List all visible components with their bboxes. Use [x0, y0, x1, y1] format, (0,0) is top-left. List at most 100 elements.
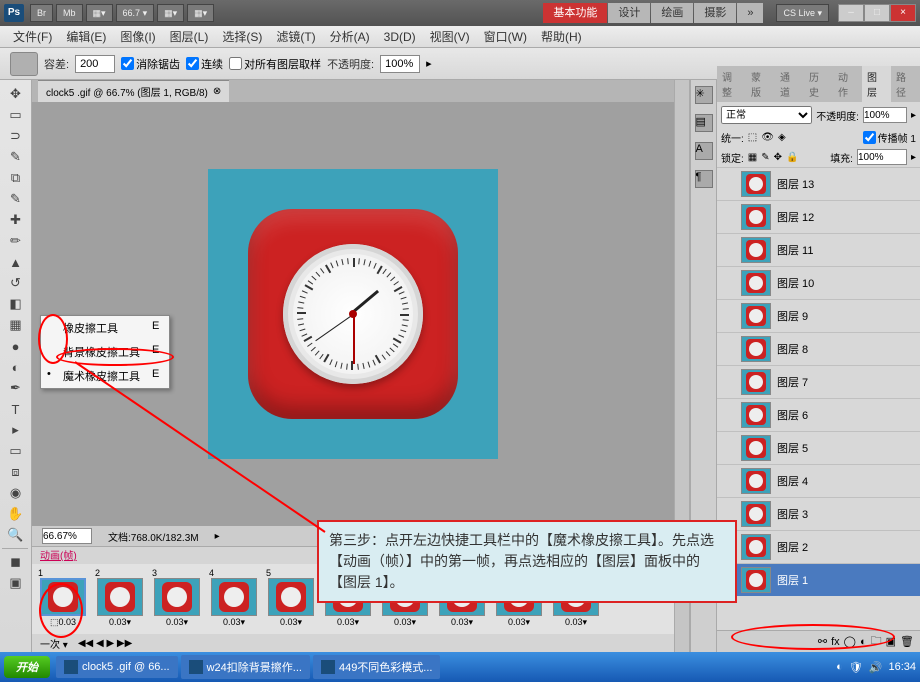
quick-select-tool[interactable]: ✎ [3, 147, 29, 167]
tab-paths[interactable]: 路径 [891, 66, 920, 102]
tab-history[interactable]: 历史 [804, 66, 833, 102]
close-button[interactable]: × [890, 4, 916, 22]
layer-opacity-input[interactable] [863, 107, 907, 123]
eraser-tool[interactable]: ◧ [3, 294, 29, 314]
tray-icon[interactable]: ◐ [836, 661, 843, 673]
layer-row[interactable]: 图层 11 [717, 233, 920, 266]
shape-tool[interactable]: ▭ [3, 441, 29, 461]
layer-row[interactable]: 图层 9 [717, 299, 920, 332]
dodge-tool[interactable]: ◐ [3, 357, 29, 377]
flyout-eraser-tool[interactable]: 橡皮擦工具E [41, 316, 169, 340]
tolerance-input[interactable] [75, 55, 115, 73]
layer-row[interactable]: 图层 5 [717, 431, 920, 464]
layer-row[interactable]: 图层 6 [717, 398, 920, 431]
eyedropper-tool[interactable]: ✎ [3, 189, 29, 209]
navigator-dock-icon[interactable]: ✳ [695, 86, 713, 104]
zoom-input[interactable] [42, 528, 92, 544]
workspace-tab-photography[interactable]: 摄影 [694, 3, 736, 23]
cslive-button[interactable]: CS Live ▾ [776, 4, 829, 22]
animation-frame[interactable]: 1⬚0.03 [36, 568, 90, 630]
link-layers-icon[interactable]: ⚯ [818, 635, 827, 648]
layer-row[interactable]: 图层 12 [717, 200, 920, 233]
tray-icon[interactable]: 🔊 [869, 661, 883, 674]
layer-row[interactable]: 图层 3 [717, 497, 920, 530]
histogram-dock-icon[interactable]: ▤ [695, 114, 713, 132]
move-tool[interactable]: ✥ [3, 84, 29, 104]
text-dock-icon[interactable]: A [695, 142, 713, 160]
menu-select[interactable]: 选择(S) [215, 28, 269, 45]
animation-frame[interactable]: 50.03▾ [264, 568, 318, 630]
unify-position-icon[interactable]: ⬚ [748, 132, 757, 143]
canvas[interactable] [32, 102, 674, 526]
layer-row[interactable]: 图层 13 [717, 167, 920, 200]
menu-filter[interactable]: 滤镜(T) [269, 28, 322, 45]
menu-analysis[interactable]: 分析(A) [323, 28, 377, 45]
brush-tool[interactable]: ✏ [3, 231, 29, 251]
adjustment-layer-icon[interactable]: ◐ [860, 636, 867, 648]
hand-tool[interactable]: ✋ [3, 504, 29, 524]
view-extras-button[interactable]: ▦▾ [86, 4, 113, 22]
tab-masks[interactable]: 蒙版 [746, 66, 775, 102]
loop-dropdown[interactable]: 一次 ▾ [40, 636, 68, 651]
arrange-button[interactable]: ▦▾ [157, 4, 184, 22]
zoom-preset-button[interactable]: 66.7 ▾ [116, 4, 155, 22]
taskbar-item[interactable]: w24扣除背景擦作... [181, 655, 310, 679]
workspace-more-button[interactable]: » [737, 3, 763, 23]
delete-layer-icon[interactable]: 🗑 [900, 635, 914, 648]
workspace-tab-painting[interactable]: 绘画 [651, 3, 693, 23]
new-layer-icon[interactable]: ▣ [886, 635, 896, 648]
path-select-tool[interactable]: ▸ [3, 420, 29, 440]
history-brush-tool[interactable]: ↺ [3, 273, 29, 293]
magic-eraser-tool-icon[interactable] [10, 52, 38, 76]
lasso-tool[interactable]: ⊃ [3, 126, 29, 146]
propagate-frame-checkbox[interactable]: 传播帧 1 [863, 130, 916, 145]
layer-row[interactable]: 👁图层 1 [717, 563, 920, 596]
menu-image[interactable]: 图像(I) [113, 28, 162, 45]
animation-frame[interactable]: 40.03▾ [207, 568, 261, 630]
menu-window[interactable]: 窗口(W) [477, 28, 534, 45]
marquee-tool[interactable]: ▭ [3, 105, 29, 125]
layer-group-icon[interactable]: 🗀 [871, 632, 882, 651]
pen-tool[interactable]: ✒ [3, 378, 29, 398]
sample-all-layers-checkbox[interactable]: 对所有图层取样 [229, 56, 321, 72]
system-tray[interactable]: ◐ 🛡 🔊 16:34 [836, 661, 916, 674]
contiguous-checkbox[interactable]: 连续 [186, 56, 223, 72]
blend-mode-select[interactable]: 正常 [721, 106, 812, 124]
lock-all-icon[interactable]: 🔒 [786, 152, 798, 163]
lock-position-icon[interactable]: ✥ [774, 152, 782, 163]
layer-row[interactable]: 图层 2 [717, 530, 920, 563]
tab-layers[interactable]: 图层 [862, 66, 891, 102]
flyout-bg-eraser-tool[interactable]: 背景橡皮擦工具E [41, 340, 169, 364]
layer-fx-icon[interactable]: fx [831, 636, 840, 648]
layer-row[interactable]: 图层 8 [717, 332, 920, 365]
opacity-input[interactable] [380, 55, 420, 73]
menu-edit[interactable]: 编辑(E) [59, 28, 113, 45]
lock-pixels-icon[interactable]: ✎ [761, 152, 769, 163]
taskbar-item[interactable]: clock5 .gif @ 66... [56, 656, 178, 678]
fill-input[interactable] [857, 149, 907, 165]
menu-3d[interactable]: 3D(D) [377, 30, 423, 44]
animation-frame[interactable]: 30.03▾ [150, 568, 204, 630]
3d-tool[interactable]: ⧈ [3, 462, 29, 482]
quickmask-toggle[interactable]: ▣ [3, 573, 29, 593]
tab-actions[interactable]: 动作 [833, 66, 862, 102]
3d-camera-tool[interactable]: ◉ [3, 483, 29, 503]
unify-visibility-icon[interactable]: 👁 [761, 132, 774, 143]
maximize-button[interactable]: □ [864, 4, 890, 22]
layer-row[interactable]: 图层 10 [717, 266, 920, 299]
layer-mask-icon[interactable]: ◯ [844, 635, 856, 648]
layer-row[interactable]: 图层 4 [717, 464, 920, 497]
start-button[interactable]: 开始 [4, 656, 50, 678]
screen-mode-button[interactable]: ▦▾ [187, 4, 214, 22]
type-tool[interactable]: T [3, 399, 29, 419]
taskbar-item[interactable]: 449不同色彩模式... [313, 655, 441, 679]
minibridge-button[interactable]: Mb [56, 4, 83, 22]
stamp-tool[interactable]: ▲ [3, 252, 29, 272]
tray-icon[interactable]: 🛡 [849, 661, 863, 674]
menu-file[interactable]: 文件(F) [6, 28, 59, 45]
lock-transparent-icon[interactable]: ▦ [748, 152, 757, 163]
healing-tool[interactable]: ✚ [3, 210, 29, 230]
foreground-background-colors[interactable]: ◼ [3, 552, 29, 572]
workspace-tab-essentials[interactable]: 基本功能 [543, 3, 607, 23]
menu-layer[interactable]: 图层(L) [163, 28, 216, 45]
